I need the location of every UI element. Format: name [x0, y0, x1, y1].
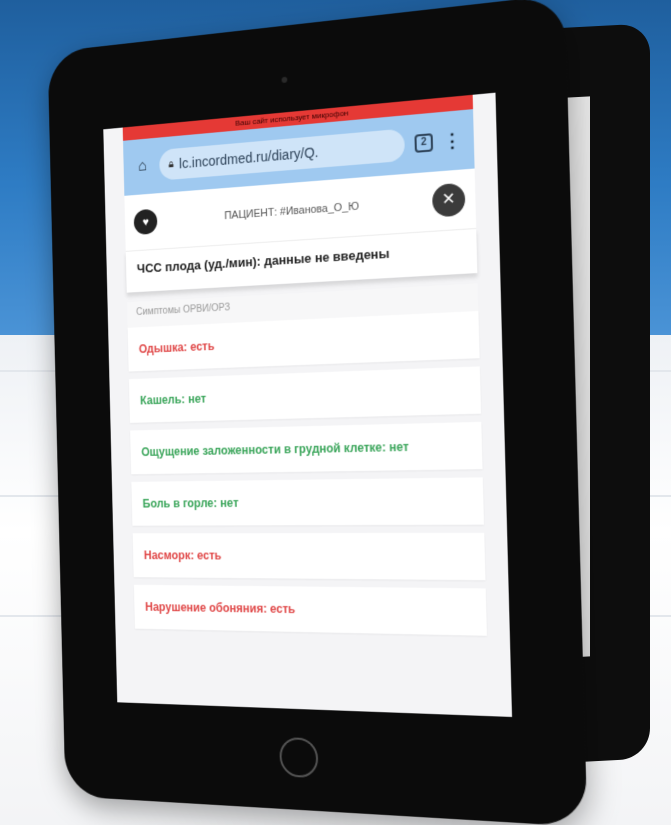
symptom-item[interactable]: Кашель: нет	[128, 366, 482, 423]
home-button[interactable]	[279, 736, 319, 779]
tabs-count-button[interactable]: 2	[414, 133, 434, 153]
home-icon[interactable]: ⌂	[134, 157, 151, 176]
patient-label: ПАЦИЕНТ: #Иванова_О_Ю	[224, 200, 360, 223]
symptom-item[interactable]: Ощущение заложенности в грудной клетке: …	[130, 421, 483, 475]
symptom-item[interactable]: Насморк: есть	[132, 532, 486, 581]
symptom-item[interactable]: Нарушение обоняния: есть	[133, 584, 487, 636]
more-menu-icon[interactable]: ⋮	[443, 129, 462, 152]
symptom-item[interactable]: Боль в горле: нет	[131, 477, 485, 526]
tablet-device: Ваш сайт использует микрофон ⌂ 🔒︎ lc.inc…	[47, 0, 588, 825]
app-logo-icon[interactable]: ♥	[133, 208, 158, 236]
page-content: ♥ ПАЦИЕНТ: #Иванова_О_Ю ✕ ЧСС плода (уд.…	[105, 167, 510, 637]
tablet-screen: Ваш сайт использует микрофон ⌂ 🔒︎ lc.inc…	[103, 92, 513, 717]
close-button[interactable]: ✕	[431, 182, 466, 218]
lock-icon: 🔒︎	[168, 157, 174, 170]
url-text: lc.incordmed.ru/diary/Q.	[179, 143, 319, 172]
url-field[interactable]: 🔒︎ lc.incordmed.ru/diary/Q.	[159, 128, 406, 181]
camera-icon	[281, 76, 288, 84]
tablet-frame: Ваш сайт использует микрофон ⌂ 🔒︎ lc.inc…	[47, 0, 588, 825]
